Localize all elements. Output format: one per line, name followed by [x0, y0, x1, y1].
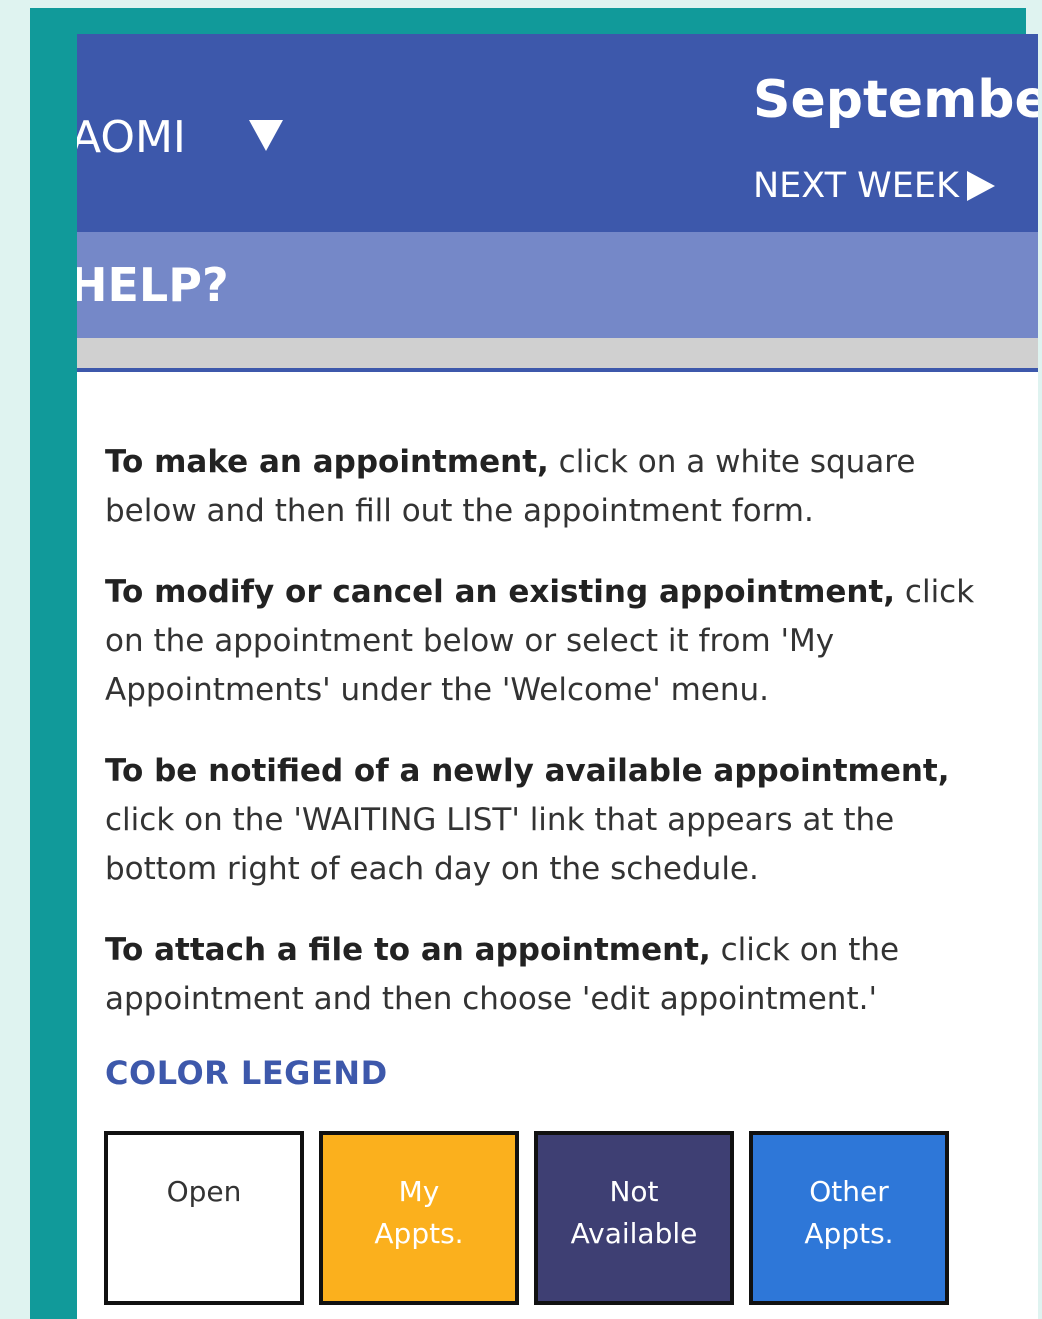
app-panel: AOMI September NEXT WEEK HELP? To make a… — [77, 34, 1038, 1319]
legend-open-label: Open — [166, 1175, 242, 1208]
legend-swatch-open: Open — [104, 1131, 304, 1305]
next-week-label: NEXT WEEK — [753, 166, 959, 206]
help-bar[interactable]: HELP? — [77, 232, 1038, 338]
blue-divider — [77, 368, 1038, 372]
legend-my-appts-label: My — [398, 1175, 440, 1208]
header-bar: AOMI September NEXT WEEK — [77, 34, 1038, 232]
color-legend: Open My Appts. Not Available Other Appts. — [104, 1131, 964, 1305]
play-arrow-icon — [966, 171, 995, 201]
instruction-attach-lead: To attach a file to an appointment, — [105, 932, 711, 968]
legend-other-appts-label-2: Appts. — [804, 1217, 894, 1250]
gray-divider — [77, 338, 1038, 368]
legend-swatch-not-available: Not Available — [534, 1131, 734, 1305]
legend-swatch-other-appts: Other Appts. — [749, 1131, 949, 1305]
legend-my-appts-label-2: Appts. — [374, 1217, 464, 1250]
help-title: HELP? — [77, 258, 229, 312]
legend-swatch-my-appts: My Appts. — [319, 1131, 519, 1305]
legend-other-appts-label: Other — [809, 1175, 889, 1208]
instruction-attach: To attach a file to an appointment, clic… — [105, 926, 1005, 1024]
instruction-modify-lead: To modify or cancel an existing appointm… — [105, 574, 896, 610]
next-week-link[interactable]: NEXT WEEK — [753, 166, 995, 206]
color-legend-title: COLOR LEGEND — [105, 1054, 388, 1092]
legend-not-available-label-2: Available — [570, 1217, 698, 1250]
instruction-make: To make an appointment, click on a white… — [105, 438, 1005, 536]
instruction-notify-text: click on the 'WAITING LIST' link that ap… — [105, 802, 895, 887]
teal-frame: AOMI September NEXT WEEK HELP? To make a… — [30, 8, 1038, 1319]
instruction-notify: To be notified of a newly available appo… — [105, 747, 1005, 894]
instruction-notify-lead: To be notified of a newly available appo… — [105, 753, 950, 789]
help-content: To make an appointment, click on a white… — [105, 438, 1005, 1092]
legend-not-available-label: Not — [609, 1175, 659, 1208]
instruction-make-lead: To make an appointment, — [105, 444, 549, 480]
month-title: September — [753, 70, 1038, 130]
caret-down-icon[interactable] — [249, 120, 283, 151]
instruction-modify: To modify or cancel an existing appointm… — [105, 568, 1005, 715]
user-menu-label[interactable]: AOMI — [77, 112, 186, 163]
